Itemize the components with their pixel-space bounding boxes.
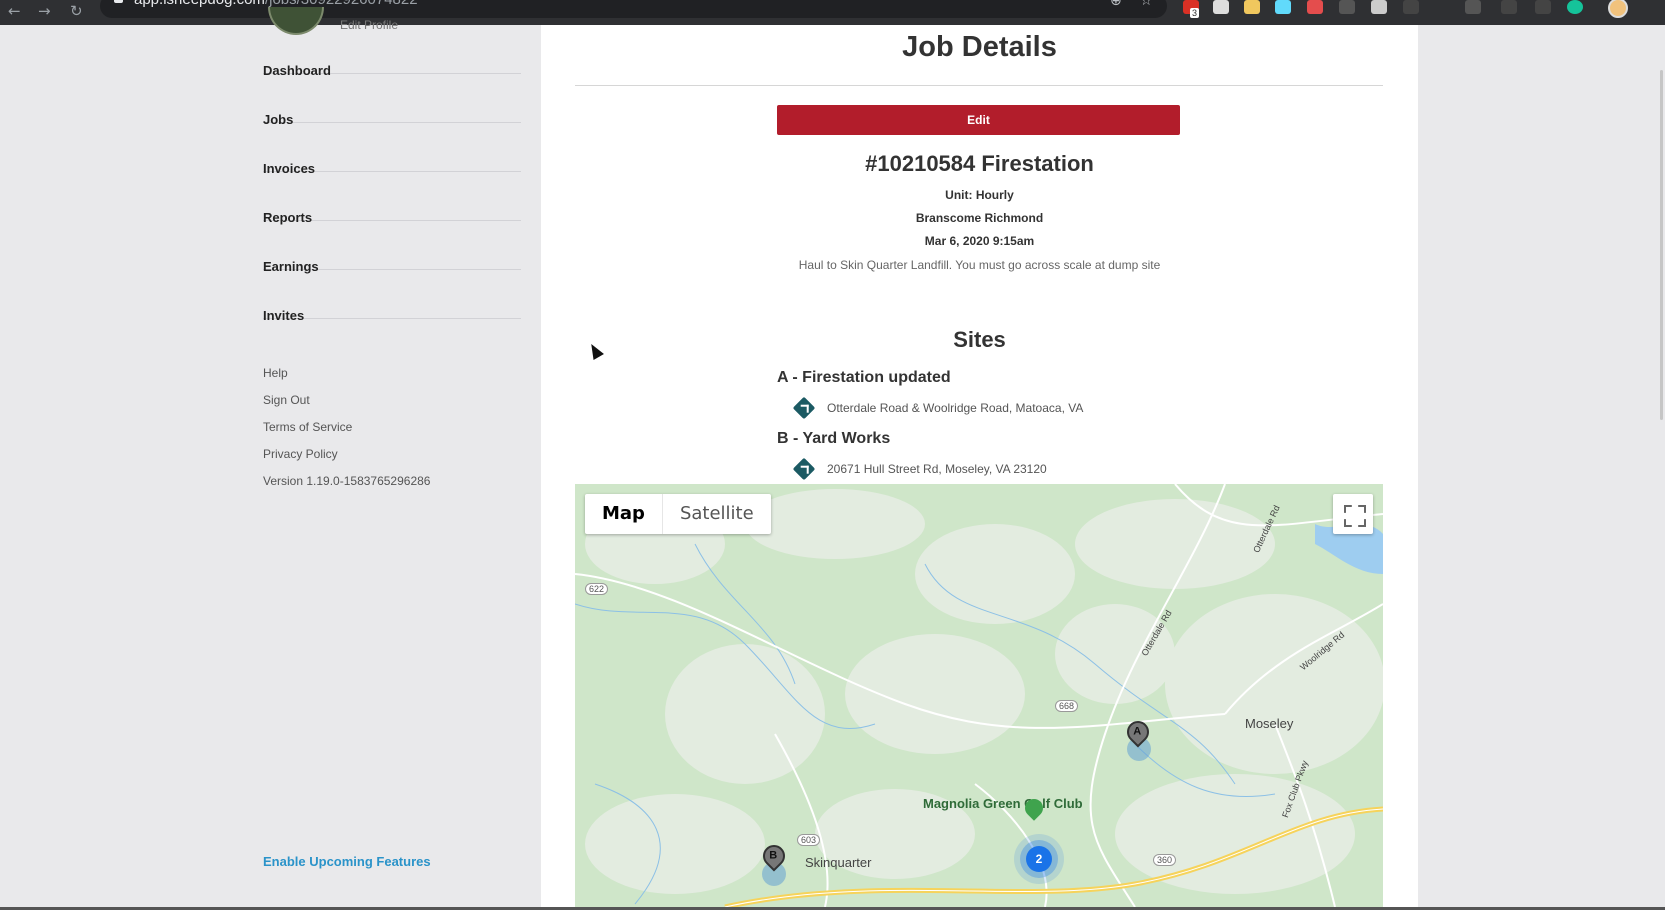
sidebar-item-dashboard[interactable]: Dashboard [263,25,521,78]
route-622-shield: 622 [585,583,609,595]
satellite-view-button[interactable]: Satellite [661,494,771,534]
address-bar[interactable]: app.isheepdog.com/jobs/30922926074822 ⊕ … [100,0,1167,18]
sidebar: Edit Profile Dashboard Jobs Invoices Rep… [0,7,541,907]
site-a-address: Otterdale Road & Woolridge Road, Matoaca… [827,401,1084,415]
town-label-skinquarter: Skinquarter [805,855,872,870]
site-map[interactable]: Map Satellite 622 668 603 360 Otterdale … [575,484,1383,907]
site-a-name: A - Firestation updated [777,369,951,386]
fullscreen-icon[interactable] [1333,494,1373,534]
version-text: Version 1.19.0-1583765296286 [263,474,431,488]
directions-icon[interactable] [792,457,816,481]
sidebar-item-invites[interactable]: Invites [263,270,521,323]
t-extension-icon[interactable] [1403,0,1419,14]
privacy-policy-link[interactable]: Privacy Policy [263,447,338,461]
job-date: Mar 6, 2020 9:15am [924,234,1035,248]
sign-out-link[interactable]: Sign Out [263,393,310,407]
grammarly-extension-icon[interactable] [1567,0,1583,14]
page-title: Job Details [902,31,1057,63]
route-668-shield: 668 [1055,700,1079,712]
job-note: Haul to Skin Quarter Landfill. You must … [798,258,1161,272]
marker-cluster[interactable]: 2 [1026,846,1052,872]
page-extension-icon[interactable] [1371,0,1387,14]
town-label-moseley: Moseley [1245,716,1294,731]
ring-extension-icon[interactable] [1307,0,1323,14]
enable-upcoming-features-link[interactable]: Enable Upcoming Features [263,854,431,869]
terms-of-service-link[interactable]: Terms of Service [263,420,352,434]
map-view-button[interactable]: Map [585,494,662,534]
extension-badge: 3 [1190,8,1200,18]
title-divider [575,85,1383,86]
profile-avatar-icon[interactable] [1608,0,1628,18]
sidebar-item-jobs[interactable]: Jobs [263,74,521,127]
directions-icon[interactable] [792,396,816,420]
route-603-shield: 603 [797,834,821,846]
job-details-panel: Job Details Edit #10210584 Firestation U… [541,25,1418,907]
lock-icon [114,0,123,3]
site-b-address: 20671 Hull Street Rd, Moseley, VA 23120 [827,462,1047,476]
sidebar-item-earnings[interactable]: Earnings [263,221,521,274]
reload-icon[interactable]: ↻ [70,2,83,20]
react-extension-icon[interactable] [1275,0,1291,14]
sites-heading: Sites [953,327,1006,352]
job-unit: Unit: Hourly [945,188,1014,202]
sidebar-item-invoices[interactable]: Invoices [263,123,521,176]
help-link[interactable]: Help [263,366,288,380]
bird-extension-icon[interactable] [1465,0,1481,14]
forward-arrow-icon[interactable]: → [38,2,51,20]
sidebar-item-reports[interactable]: Reports [263,172,521,225]
job-company: Branscome Richmond [915,211,1044,225]
add-circle-icon[interactable]: ⊕ [1110,0,1122,9]
route-360-shield: 360 [1153,854,1177,866]
site-b-name: B - Yard Works [777,430,891,447]
edit-button[interactable]: Edit [777,105,1180,135]
face-extension-icon[interactable] [1244,0,1260,14]
glasses-extension-icon[interactable] [1339,0,1355,14]
golf-club-label: Magnolia Green Golf Club [923,796,1083,811]
star-icon[interactable]: ☆ [1140,0,1153,9]
page-scrollbar[interactable] [1660,70,1663,420]
map-type-toggle: Map Satellite [585,494,771,534]
right-gutter [1418,25,1665,907]
feather-extension-icon[interactable] [1213,0,1229,14]
back-arrow-icon[interactable]: ← [8,2,21,20]
browser-toolbar: ← → ↻ app.isheepdog.com/jobs/30922926074… [0,0,1665,25]
leaf-extension-icon[interactable] [1501,0,1517,14]
job-title: #10210584 Firestation [865,151,1094,176]
antenna-extension-icon[interactable] [1535,0,1551,14]
sidebar-item-label: Invites [263,308,305,323]
